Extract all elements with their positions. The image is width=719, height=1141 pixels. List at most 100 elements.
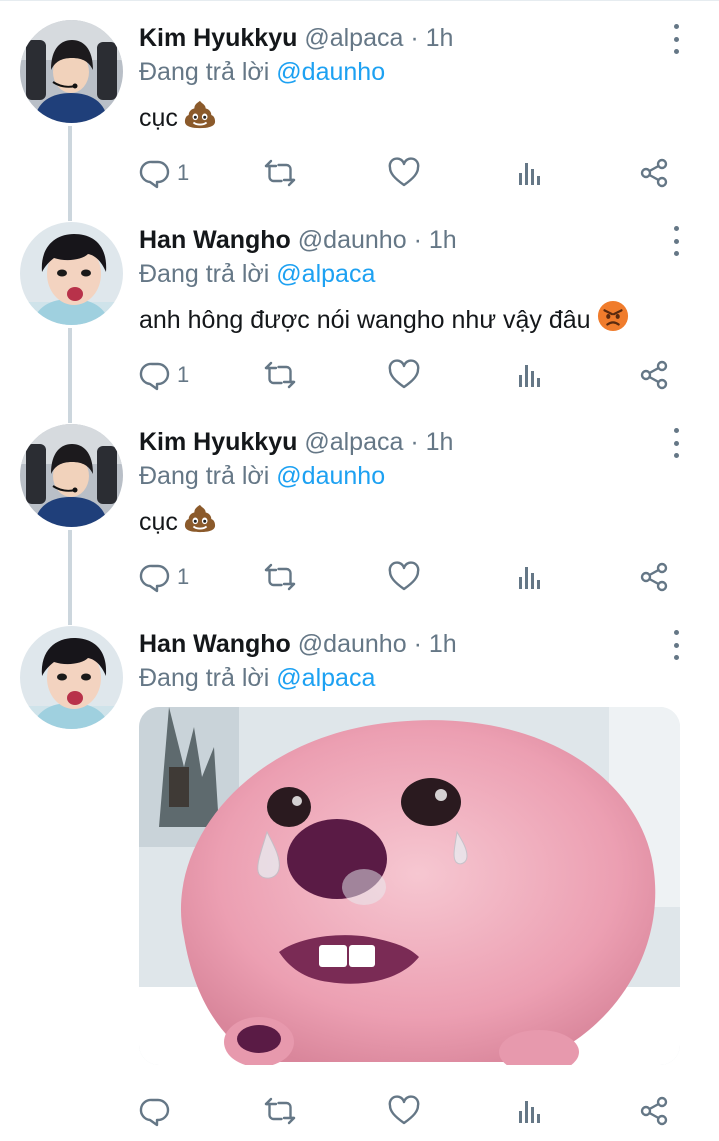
share-button[interactable] — [638, 1093, 670, 1129]
mention-link[interactable]: @alpaca — [276, 260, 375, 288]
reply-button[interactable]: 1 — [139, 155, 189, 191]
more-icon[interactable] — [666, 226, 686, 256]
retweet-button[interactable] — [264, 357, 296, 393]
username[interactable]: @alpaca — [304, 428, 403, 456]
retweet-button[interactable] — [264, 1093, 296, 1129]
retweet-button[interactable] — [264, 155, 296, 191]
share-button[interactable] — [638, 559, 670, 595]
share-icon — [638, 359, 670, 391]
like-icon — [388, 561, 420, 593]
replying-to: Đang trả lời @alpaca — [139, 260, 375, 289]
separator: · — [413, 630, 422, 658]
retweet-icon — [264, 157, 296, 189]
reply-count: 1 — [177, 564, 190, 589]
share-button[interactable] — [638, 357, 670, 393]
angry-face-icon — [597, 300, 629, 332]
tweet-media-image[interactable] — [139, 707, 680, 1065]
tweet-actions: 1 — [0, 559, 719, 595]
reply-prefix: Đang trả lời — [139, 664, 270, 692]
more-icon[interactable] — [666, 24, 686, 54]
tweet[interactable]: Kim Hyukkyu @alpaca · 1h Đang trả lời @d… — [0, 0, 719, 202]
share-icon — [638, 157, 670, 189]
mention-link[interactable]: @alpaca — [276, 664, 375, 692]
avatar[interactable] — [20, 222, 123, 325]
reply-prefix: Đang trả lời — [139, 58, 270, 86]
tweet-actions: 1 — [0, 357, 719, 393]
tweet-header: Kim Hyukkyu @alpaca · 1h — [139, 428, 453, 457]
pile-of-poo-icon — [184, 98, 216, 130]
replying-to: Đang trả lời @daunho — [139, 462, 385, 491]
mention-link[interactable]: @daunho — [276, 58, 385, 86]
crying-pink-beaver-image — [139, 707, 680, 1065]
display-name[interactable]: Han Wangho — [139, 226, 291, 254]
analytics-button[interactable] — [514, 1093, 546, 1129]
timestamp[interactable]: 1h — [426, 24, 454, 52]
retweet-icon — [264, 1095, 296, 1127]
replying-to: Đang trả lời @daunho — [139, 58, 385, 87]
username[interactable]: @daunho — [298, 226, 407, 254]
display-name[interactable]: Han Wangho — [139, 630, 291, 658]
share-button[interactable] — [638, 155, 670, 191]
tweet-header: Han Wangho @daunho · 1h — [139, 630, 457, 659]
reply-icon — [139, 1095, 171, 1127]
analytics-button[interactable] — [514, 357, 546, 393]
avatar[interactable] — [20, 626, 123, 729]
like-button[interactable] — [388, 1093, 420, 1129]
timestamp[interactable]: 1h — [429, 226, 457, 254]
tweet[interactable]: Kim Hyukkyu @alpaca · 1h Đang trả lời @d… — [0, 404, 719, 606]
reply-prefix: Đang trả lời — [139, 462, 270, 490]
avatar-image — [20, 626, 123, 729]
like-button[interactable] — [388, 559, 420, 595]
tweet[interactable]: Han Wangho @daunho · 1h Đang trả lời @al… — [0, 606, 719, 1141]
like-icon — [388, 1095, 420, 1127]
retweet-icon — [264, 561, 296, 593]
share-icon — [638, 1095, 670, 1127]
username[interactable]: @daunho — [298, 630, 407, 658]
reply-button[interactable] — [139, 1093, 177, 1129]
avatar[interactable] — [20, 424, 123, 527]
more-icon[interactable] — [666, 428, 686, 458]
reply-prefix: Đang trả lời — [139, 260, 270, 288]
like-icon — [388, 359, 420, 391]
tweet-text-content: cục — [139, 104, 178, 132]
timestamp[interactable]: 1h — [429, 630, 457, 658]
share-icon — [638, 561, 670, 593]
tweet-text: cục — [139, 98, 216, 133]
tweet-text: cục — [139, 502, 216, 537]
mention-link[interactable]: @daunho — [276, 462, 385, 490]
tweet-actions: 1 — [0, 155, 719, 191]
analytics-icon — [514, 1095, 546, 1127]
analytics-icon — [514, 157, 546, 189]
separator: · — [410, 428, 419, 456]
avatar[interactable] — [20, 20, 123, 123]
username[interactable]: @alpaca — [304, 24, 403, 52]
reply-icon — [139, 157, 171, 189]
tweet-text-content: anh hông được nói wangho như vậy đâu — [139, 306, 591, 334]
separator: · — [410, 24, 419, 52]
analytics-icon — [514, 359, 546, 391]
retweet-button[interactable] — [264, 559, 296, 595]
analytics-button[interactable] — [514, 155, 546, 191]
tweet-text: anh hông được nói wangho như vậy đâu — [139, 300, 629, 335]
analytics-icon — [514, 561, 546, 593]
reply-icon — [139, 561, 171, 593]
like-icon — [388, 157, 420, 189]
display-name[interactable]: Kim Hyukkyu — [139, 24, 297, 52]
more-icon[interactable] — [666, 630, 686, 660]
avatar-image — [20, 20, 123, 123]
separator: · — [413, 226, 422, 254]
analytics-button[interactable] — [514, 559, 546, 595]
avatar-image — [20, 222, 123, 325]
reply-button[interactable]: 1 — [139, 559, 189, 595]
like-button[interactable] — [388, 357, 420, 393]
tweet-header: Han Wangho @daunho · 1h — [139, 226, 457, 255]
tweet-header: Kim Hyukkyu @alpaca · 1h — [139, 24, 453, 53]
tweet-text-content: cục — [139, 508, 178, 536]
replying-to: Đang trả lời @alpaca — [139, 664, 375, 693]
like-button[interactable] — [388, 155, 420, 191]
display-name[interactable]: Kim Hyukkyu — [139, 428, 297, 456]
timestamp[interactable]: 1h — [426, 428, 454, 456]
reply-count: 1 — [177, 362, 190, 387]
reply-button[interactable]: 1 — [139, 357, 189, 393]
tweet[interactable]: Han Wangho @daunho · 1h Đang trả lời @al… — [0, 202, 719, 404]
